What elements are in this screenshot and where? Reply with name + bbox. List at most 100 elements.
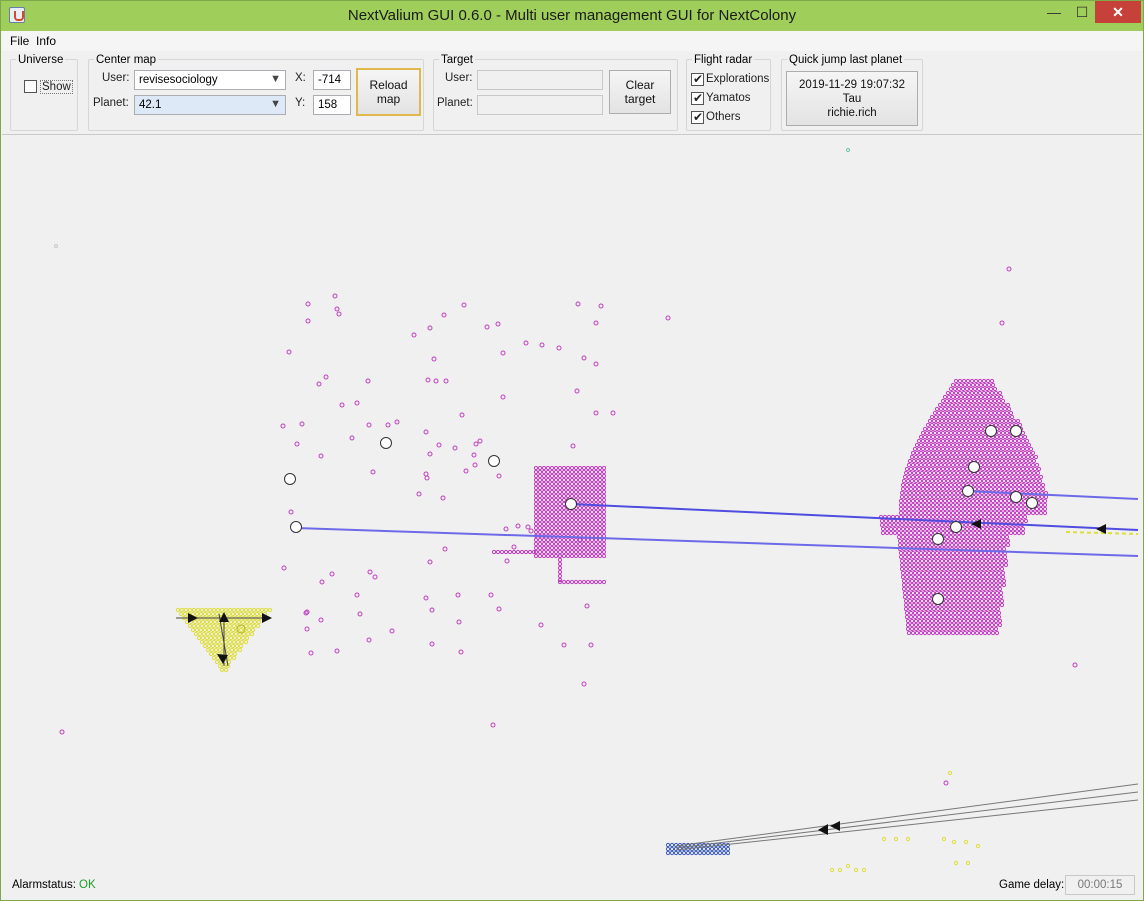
planet-dot xyxy=(973,402,979,408)
planet-dot xyxy=(366,422,372,428)
planet-dot xyxy=(569,529,575,535)
planet-dot xyxy=(950,594,956,600)
planet-dot xyxy=(967,606,973,612)
planet-dot xyxy=(1010,474,1016,480)
planet-dot xyxy=(982,554,988,560)
planet-dot xyxy=(955,558,961,564)
planet-dot xyxy=(948,386,954,392)
x-input[interactable]: -714 xyxy=(313,70,351,90)
planet-dot xyxy=(557,485,563,491)
planet-dot xyxy=(557,465,563,471)
planet-dot xyxy=(209,631,215,637)
planet-dot xyxy=(994,462,1000,468)
clear-target-button[interactable]: Clear target xyxy=(609,70,671,114)
owned-planet[interactable] xyxy=(968,461,980,473)
planet-dot xyxy=(962,442,968,448)
planet-dot xyxy=(949,414,955,420)
planet-dot xyxy=(533,469,539,475)
planet-dot xyxy=(537,481,543,487)
reload-map-button[interactable]: Reload map xyxy=(356,68,421,116)
planet-dot xyxy=(970,506,976,512)
y-input[interactable]: 158 xyxy=(313,95,351,115)
close-button[interactable]: ✕ xyxy=(1095,1,1141,23)
planet-dot xyxy=(906,502,912,508)
owned-planet[interactable] xyxy=(284,473,296,485)
planet-dot xyxy=(565,553,571,559)
planet-dot xyxy=(597,473,603,479)
planet-dot xyxy=(954,462,960,468)
center-user-select[interactable]: revisesociology ▼ xyxy=(134,70,286,90)
menu-file[interactable]: File xyxy=(10,34,29,48)
planet-dot xyxy=(533,541,539,547)
owned-planet[interactable] xyxy=(488,455,500,467)
planet-dot xyxy=(909,478,915,484)
title-bar[interactable]: NextValium GUI 0.6.0 - Multi user manage… xyxy=(1,1,1143,31)
planet-dot xyxy=(411,332,417,338)
quick-jump-button[interactable]: 2019-11-29 19:07:32 Tau richie.rich xyxy=(786,71,918,126)
planet-dot xyxy=(230,611,236,617)
planet-dot xyxy=(943,598,949,604)
owned-planet[interactable] xyxy=(985,425,997,437)
planet-dots xyxy=(54,148,1078,872)
owned-planet[interactable] xyxy=(1026,497,1038,509)
planet-dot xyxy=(898,502,904,508)
yamatos-label: Yamatos xyxy=(706,92,751,104)
show-universe-checkbox[interactable] xyxy=(24,80,37,93)
planet-dot xyxy=(986,406,992,412)
planet-dot xyxy=(963,839,969,845)
planet-dot xyxy=(553,465,559,471)
target-planet-input[interactable] xyxy=(477,95,603,115)
planet-dot xyxy=(206,627,212,633)
galaxy-map[interactable] xyxy=(6,136,1138,872)
owned-planet[interactable] xyxy=(932,533,944,545)
planet-dot xyxy=(981,586,987,592)
planet-dot xyxy=(974,550,980,556)
owned-planet[interactable] xyxy=(380,437,392,449)
owned-planet[interactable] xyxy=(1010,425,1022,437)
menu-info[interactable]: Info xyxy=(36,34,56,48)
owned-planet[interactable] xyxy=(962,485,974,497)
planet-dot xyxy=(538,622,544,628)
show-universe-label[interactable]: Show xyxy=(40,80,73,94)
planet-dot xyxy=(966,514,972,520)
planet-dot xyxy=(997,582,1003,588)
planet-dot xyxy=(1021,478,1027,484)
center-planet-select[interactable]: 42.1 ▼ xyxy=(134,95,286,115)
owned-planet[interactable] xyxy=(565,498,577,510)
planet-dot xyxy=(992,526,998,532)
planet-dot xyxy=(881,836,887,842)
others-checkbox[interactable] xyxy=(691,110,704,124)
planet-dot xyxy=(238,611,244,617)
owned-planet[interactable] xyxy=(950,521,962,533)
owned-planet[interactable] xyxy=(932,593,944,605)
planet-dot xyxy=(981,578,987,584)
planet-dot xyxy=(231,607,237,613)
planet-dot xyxy=(980,466,986,472)
map-canvas[interactable] xyxy=(6,136,1138,872)
planet-dot xyxy=(978,382,984,388)
planet-dot xyxy=(965,422,971,428)
planet-dot xyxy=(541,477,547,483)
target-user-input[interactable] xyxy=(477,70,603,90)
yamatos-checkbox[interactable] xyxy=(691,91,704,105)
planet-dot xyxy=(533,529,539,535)
planet-dot xyxy=(949,542,955,548)
planet-dot xyxy=(995,558,1001,564)
planet-dot xyxy=(987,566,993,572)
planet-dot xyxy=(984,610,990,616)
owned-planet[interactable] xyxy=(290,521,302,533)
planet-dot xyxy=(1014,462,1020,468)
planet-dot xyxy=(585,465,591,471)
planet-dot xyxy=(238,643,244,649)
planet-dot xyxy=(601,541,607,547)
planet-dot xyxy=(912,614,918,620)
owned-planet[interactable] xyxy=(1010,491,1022,503)
planet-dot xyxy=(956,398,962,404)
planet-dot xyxy=(332,293,338,299)
explorations-checkbox[interactable] xyxy=(691,72,704,86)
minimize-button[interactable]: — xyxy=(1041,1,1067,23)
planet-dot xyxy=(669,850,675,856)
planet-dot xyxy=(917,578,923,584)
planet-dot xyxy=(187,607,193,613)
maximize-button[interactable]: ☐ xyxy=(1069,1,1095,23)
